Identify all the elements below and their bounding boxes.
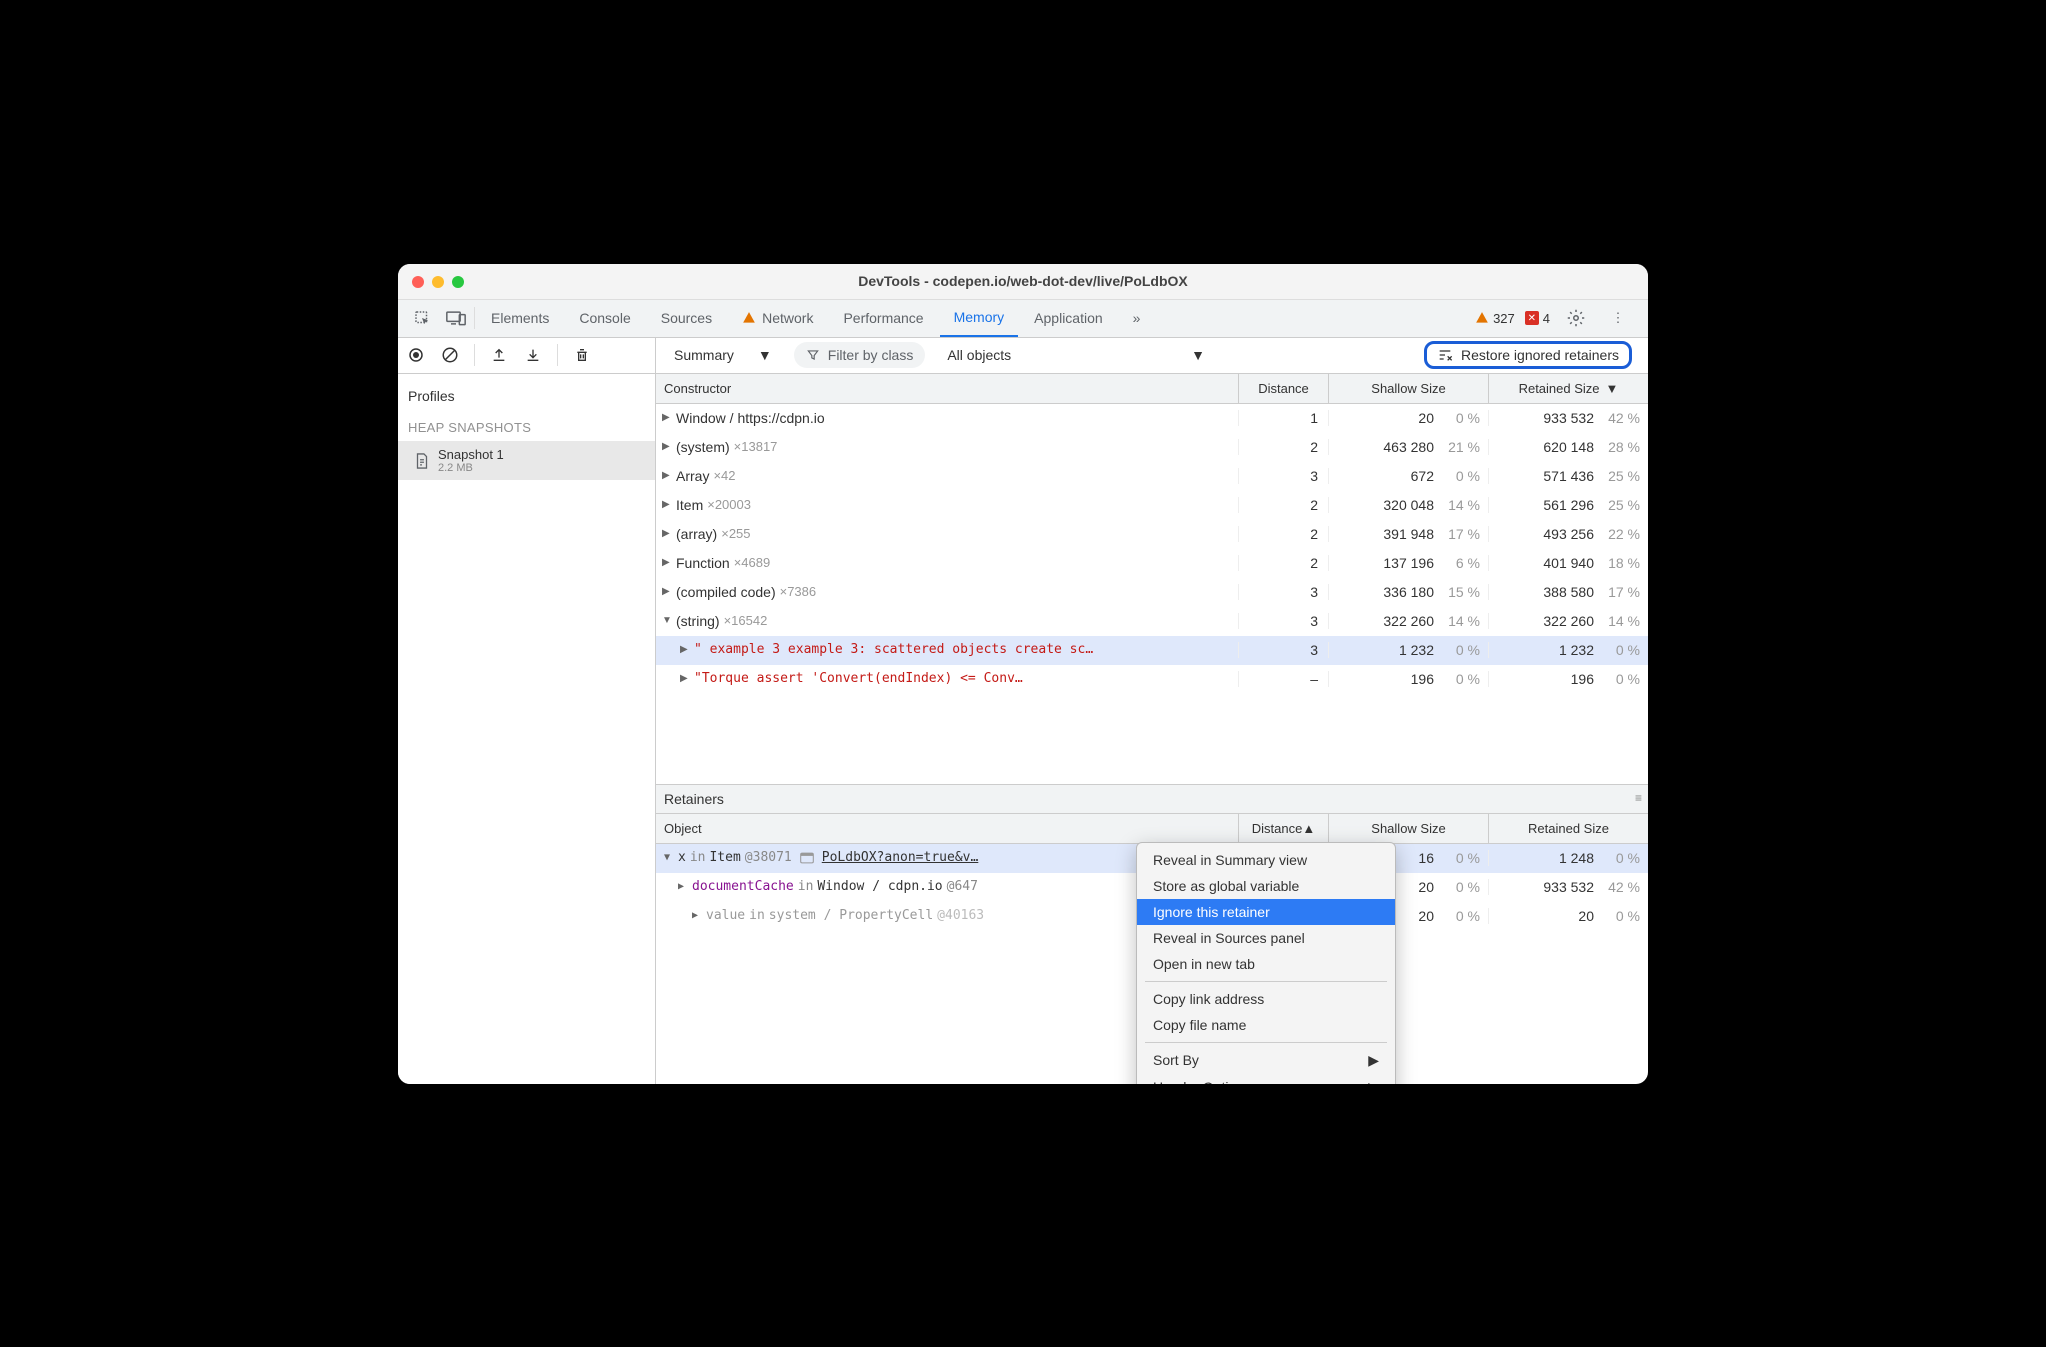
minimize-window-icon[interactable] (432, 276, 444, 288)
clear-icon[interactable] (440, 345, 460, 365)
tab-sources[interactable]: Sources (647, 299, 726, 337)
context-menu: Reveal in Summary viewStore as global va… (1136, 842, 1396, 1084)
table-row[interactable]: ▶(compiled code) ×73863336 18015 %388 58… (656, 578, 1648, 607)
retainers-heading: Retainers ≡ (656, 784, 1648, 814)
table-row[interactable]: ▶Array ×4236720 %571 43625 % (656, 462, 1648, 491)
zoom-window-icon[interactable] (452, 276, 464, 288)
menu-item[interactable]: Copy file name (1137, 1012, 1395, 1038)
tabbar-right: 327 ✕ 4 ⋮ (1475, 306, 1640, 330)
snapshot-icon (414, 452, 430, 468)
record-icon[interactable] (406, 345, 426, 365)
view-dropdown[interactable]: Summary ▼ (666, 347, 780, 363)
col-object[interactable]: Object (656, 821, 1238, 836)
restore-icon (1437, 347, 1453, 363)
filter-input[interactable]: Filter by class (794, 342, 926, 368)
menu-item[interactable]: Reveal in Summary view (1137, 847, 1395, 873)
error-icon: ✕ (1525, 311, 1539, 325)
chevron-down-icon: ▼ (758, 347, 772, 363)
table-row[interactable]: ▼(string) ×165423322 26014 %322 26014 % (656, 607, 1648, 636)
sort-asc-icon: ▲ (1302, 821, 1315, 836)
sidebar: Profiles HEAP SNAPSHOTS Snapshot 1 2.2 M… (398, 374, 656, 1084)
window-title: DevTools - codepen.io/web-dot-dev/live/P… (412, 273, 1634, 289)
col-shallow[interactable]: Shallow Size (1328, 814, 1488, 843)
tab-elements[interactable]: Elements (477, 299, 563, 337)
tab-console[interactable]: Console (565, 299, 644, 337)
delete-icon[interactable] (572, 345, 592, 365)
inspect-icon[interactable] (410, 306, 434, 330)
table-row[interactable]: ▶(array) ×2552391 94817 %493 25622 % (656, 520, 1648, 549)
more-tabs[interactable]: » (1119, 299, 1155, 337)
sort-desc-icon: ▼ (1606, 381, 1619, 396)
constructors-rows: ▶Window / https://cdpn.io 1200 %933 5324… (656, 404, 1648, 784)
col-retained[interactable]: Retained Size ▼ (1488, 374, 1648, 403)
tab-performance[interactable]: Performance (829, 299, 937, 337)
col-constructor[interactable]: Constructor (656, 381, 1238, 396)
chevron-down-icon: ▼ (1191, 347, 1205, 363)
sidebar-category: HEAP SNAPSHOTS (398, 414, 655, 441)
window-controls (412, 276, 464, 288)
table-row[interactable]: ▶" example 3 example 3: scattered object… (656, 636, 1648, 665)
load-icon[interactable] (489, 345, 509, 365)
memory-toolbar: Summary ▼ Filter by class All objects ▼ … (398, 338, 1648, 374)
menu-item[interactable]: Copy link address (1137, 986, 1395, 1012)
save-icon[interactable] (523, 345, 543, 365)
retainers-header: Object Distance▲ Shallow Size Retained S… (656, 814, 1648, 844)
retainers-menu-icon[interactable]: ≡ (1635, 791, 1642, 805)
sidebar-item-snapshot[interactable]: Snapshot 1 2.2 MB (398, 441, 655, 480)
menu-item[interactable]: Reveal in Sources panel (1137, 925, 1395, 951)
tab-application[interactable]: Application (1020, 299, 1117, 337)
col-shallow[interactable]: Shallow Size (1328, 374, 1488, 403)
warnings-badge[interactable]: 327 (1475, 311, 1515, 326)
col-retained[interactable]: Retained Size (1488, 814, 1648, 843)
menu-item[interactable]: Open in new tab (1137, 951, 1395, 977)
table-row[interactable]: ▶Function ×46892137 1966 %401 94018 % (656, 549, 1648, 578)
menu-item[interactable]: Store as global variable (1137, 873, 1395, 899)
tabbar: ElementsConsoleSourcesNetworkPerformance… (398, 300, 1648, 338)
tab-memory[interactable]: Memory (940, 299, 1019, 337)
devtools-window: DevTools - codepen.io/web-dot-dev/live/P… (398, 264, 1648, 1084)
settings-icon[interactable] (1564, 306, 1588, 330)
objects-dropdown[interactable]: All objects ▼ (939, 347, 1213, 363)
menu-item[interactable]: Sort By▶ (1137, 1047, 1395, 1074)
restore-ignored-button[interactable]: Restore ignored retainers (1424, 341, 1632, 369)
more-icon[interactable]: ⋮ (1606, 306, 1630, 330)
col-distance[interactable]: Distance (1238, 374, 1328, 403)
errors-badge[interactable]: ✕ 4 (1525, 311, 1550, 326)
menu-item[interactable]: Ignore this retainer (1137, 899, 1395, 925)
profile-actions (398, 338, 656, 373)
device-toolbar-icon[interactable] (444, 306, 468, 330)
titlebar: DevTools - codepen.io/web-dot-dev/live/P… (398, 264, 1648, 300)
filter-icon (806, 348, 820, 362)
table-row[interactable]: ▶Window / https://cdpn.io 1200 %933 5324… (656, 404, 1648, 433)
table-row[interactable]: ▶"Torque assert 'Convert(endIndex) <= Co… (656, 665, 1648, 694)
tab-network[interactable]: Network (728, 299, 827, 337)
constructors-header: Constructor Distance Shallow Size Retain… (656, 374, 1648, 404)
menu-item[interactable]: Header Options▶ (1137, 1074, 1395, 1084)
col-distance[interactable]: Distance▲ (1238, 814, 1328, 843)
close-window-icon[interactable] (412, 276, 424, 288)
table-row[interactable]: ▶(system) ×138172463 28021 %620 14828 % (656, 433, 1648, 462)
sidebar-heading: Profiles (398, 384, 655, 414)
table-row[interactable]: ▶Item ×200032320 04814 %561 29625 % (656, 491, 1648, 520)
